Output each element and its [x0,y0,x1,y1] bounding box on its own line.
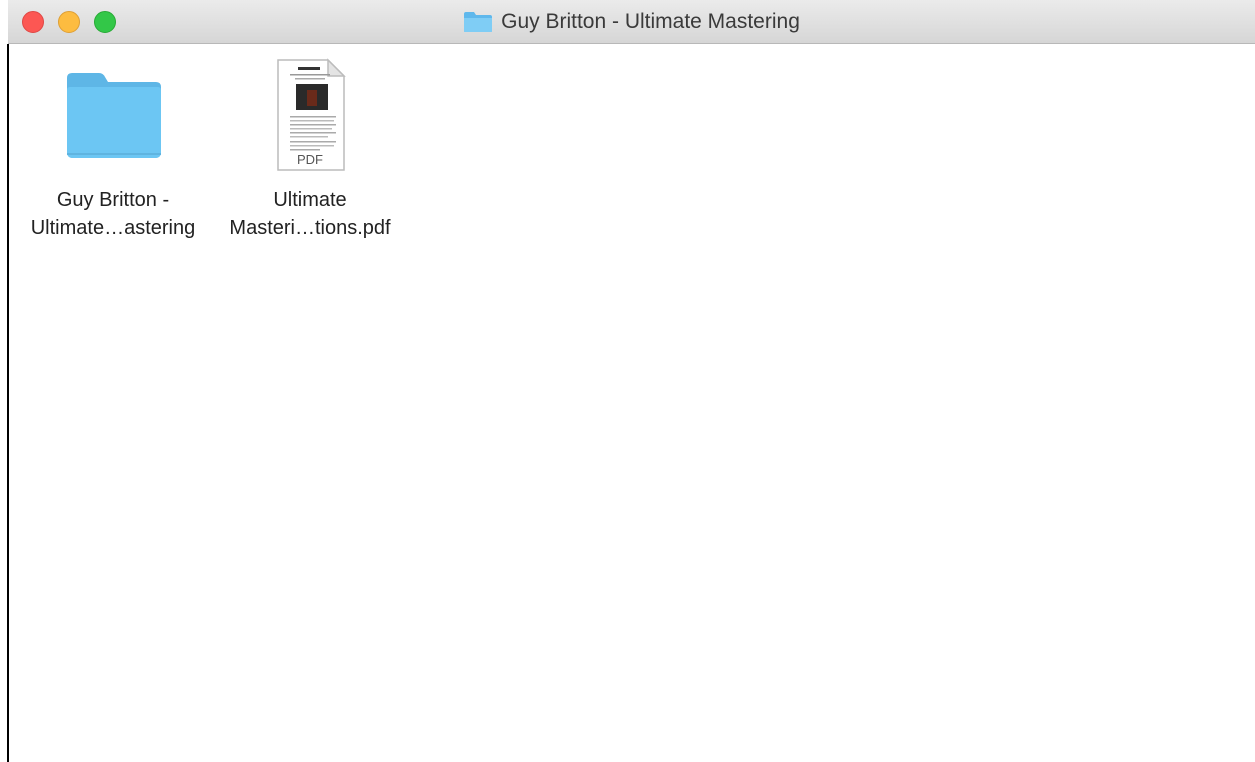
folder-item[interactable]: Guy Britton - Ultimate…astering [18,56,208,242]
folder-item-label: Guy Britton - Ultimate…astering [30,189,196,239]
window-title: Guy Britton - Ultimate Mastering [501,10,800,33]
pdf-file-item[interactable]: PDF Ultimate Masteri…tions.pdf [215,56,405,242]
close-button[interactable] [22,11,44,33]
icon-view[interactable]: Guy Britton - Ultimate…astering PDF Ulti… [9,44,1255,762]
pdf-badge: PDF [297,152,323,167]
zoom-button[interactable] [94,11,116,33]
minimize-button[interactable] [58,11,80,33]
pdf-document-icon[interactable]: PDF [250,56,370,176]
pdf-file-item-label: Ultimate Masteri…tions.pdf [229,189,391,239]
title-bar[interactable]: Guy Britton - Ultimate Mastering [8,0,1255,44]
finder-window: Guy Britton - Ultimate Mastering Guy Bri… [0,0,1255,762]
folder-icon[interactable] [53,56,173,176]
window-title-group: Guy Britton - Ultimate Mastering [8,0,1255,44]
folder-icon [463,11,493,33]
